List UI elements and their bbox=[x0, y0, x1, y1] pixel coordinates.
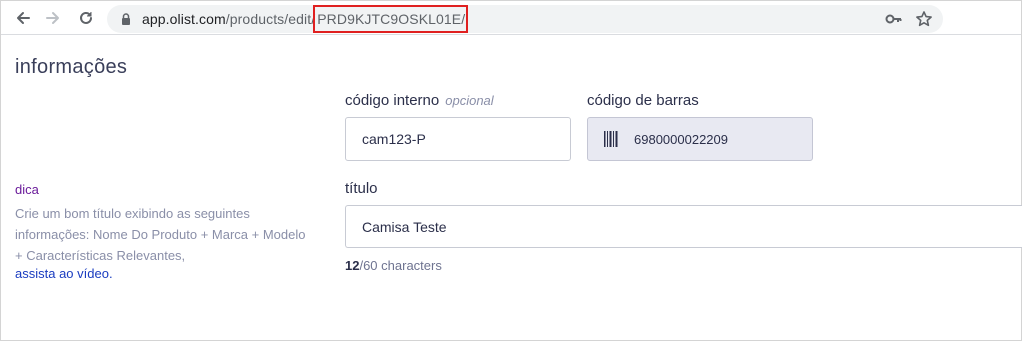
url-text: app.olist.com/products/edit/PRD9KJTC9OSK… bbox=[142, 5, 469, 33]
browser-toolbar: app.olist.com/products/edit/PRD9KJTC9OSK… bbox=[1, 1, 1021, 35]
url-path: /products/edit/ bbox=[225, 11, 316, 27]
tip-text: Crie um bom título exibindo as seguintes… bbox=[15, 206, 306, 263]
url-host: app.olist.com bbox=[142, 11, 226, 27]
barcode-input[interactable]: 6980000022209 bbox=[587, 117, 813, 161]
watch-video-link[interactable]: assista ao vídeo. bbox=[15, 266, 113, 281]
barcode-label: código de barras bbox=[587, 92, 699, 109]
tip-title: dica bbox=[15, 182, 39, 197]
internal-code-label-text: código interno bbox=[345, 92, 440, 109]
optional-tag: opcional bbox=[445, 93, 494, 108]
char-count-used: 12 bbox=[345, 258, 360, 273]
title-value: Camisa Teste bbox=[362, 218, 447, 235]
url-highlight: PRD9KJTC9OSKL01E/ bbox=[313, 5, 469, 33]
barcode-value: 6980000022209 bbox=[634, 131, 728, 147]
title-label: título bbox=[345, 180, 378, 197]
title-input[interactable]: Camisa Teste bbox=[345, 205, 1022, 248]
section-title: informações bbox=[15, 56, 128, 78]
back-button[interactable] bbox=[11, 6, 35, 30]
internal-code-label: código interno opcional bbox=[345, 92, 494, 109]
key-icon[interactable] bbox=[885, 11, 903, 27]
star-icon[interactable] bbox=[915, 10, 933, 28]
internal-code-input[interactable]: cam123-P bbox=[345, 117, 571, 161]
char-count-rest: /60 characters bbox=[359, 258, 442, 273]
forward-button[interactable] bbox=[41, 6, 65, 30]
browser-window bbox=[0, 0, 1022, 341]
reload-icon bbox=[80, 11, 92, 24]
arrow-left-icon bbox=[17, 12, 30, 24]
internal-code-value: cam123-P bbox=[362, 131, 426, 147]
barcode-icon bbox=[604, 131, 618, 147]
arrow-right-icon bbox=[46, 12, 59, 24]
char-counter: 12/60 characters bbox=[345, 258, 442, 273]
address-bar[interactable]: app.olist.com/products/edit/PRD9KJTC9OSK… bbox=[107, 5, 943, 33]
reload-button[interactable] bbox=[74, 6, 98, 30]
lock-icon bbox=[122, 13, 130, 25]
